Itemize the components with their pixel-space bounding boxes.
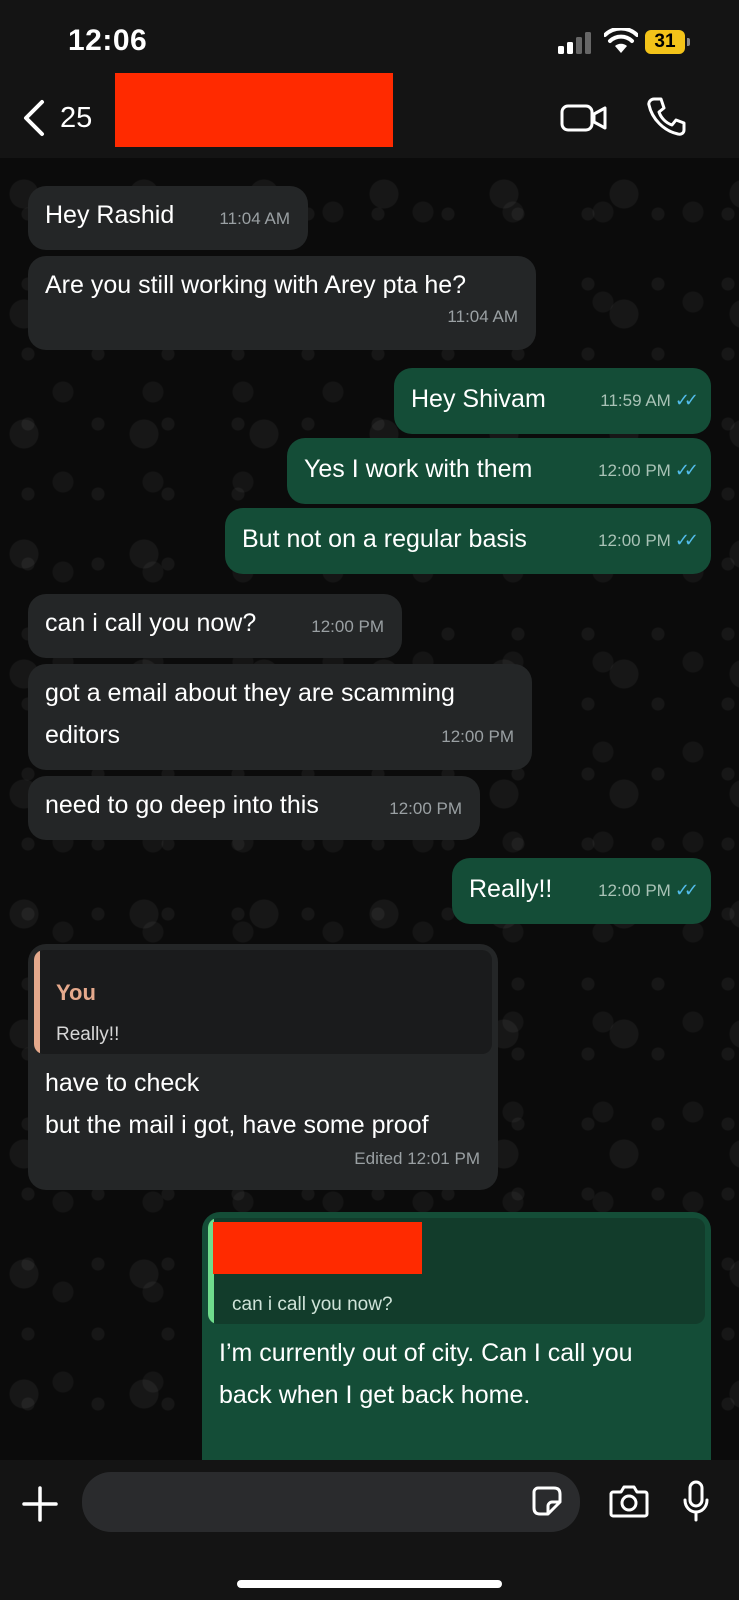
message-incoming[interactable]: Are you still working with Arey pta he? … (28, 256, 536, 350)
message-text: Are you still working with Arey pta he? (45, 271, 467, 299)
message-incoming[interactable]: Hey Rashid 11:04 AM (28, 186, 308, 250)
chat-header: 25 (0, 73, 739, 159)
message-text: Really!! (469, 875, 553, 903)
message-text: Yes I work with them (304, 455, 533, 483)
message-text: But not on a regular basis (242, 525, 527, 553)
message-time: 12:00 PM (389, 799, 462, 818)
read-receipt-icon: ✓✓ (674, 880, 699, 900)
quote-author: You (56, 980, 96, 1005)
message-time: 11:59 AM (600, 391, 671, 410)
message-text: Hey Shivam (411, 385, 546, 413)
unread-count[interactable]: 25 (60, 102, 92, 135)
sticker-icon[interactable] (532, 1486, 562, 1516)
message-incoming-reply[interactable]: You Really!! have to check but the mail … (28, 944, 498, 1190)
video-call-icon[interactable] (560, 98, 608, 138)
message-time: 12:00 PM (598, 881, 671, 900)
message-time: 11:04 AM (447, 307, 518, 326)
message-outgoing[interactable]: Hey Shivam 11:59 AM ✓✓ (394, 368, 711, 434)
message-outgoing[interactable]: But not on a regular basis 12:00 PM ✓✓ (225, 508, 711, 574)
home-indicator[interactable] (237, 1580, 502, 1588)
message-time: 12:00 PM (598, 461, 671, 480)
message-time: 12:00 PM (598, 531, 671, 550)
message-incoming[interactable]: got a email about they are scamming edit… (28, 664, 532, 770)
message-time: Edited 12:01 PM (354, 1149, 480, 1168)
message-time: 11:04 AM (219, 209, 290, 228)
message-text: I’m currently out of city. Can I call yo… (219, 1339, 633, 1409)
message-outgoing-reply[interactable]: can i call you now? I’m currently out of… (202, 1212, 711, 1460)
status-bar: 12:06 31 (0, 0, 739, 80)
quote-bar (34, 950, 40, 1054)
battery-indicator: 31 (645, 30, 691, 54)
composer-bar (0, 1460, 739, 1600)
message-text: can i call you now? (45, 609, 257, 637)
message-time: 12:00 PM (441, 727, 514, 746)
message-text: need to go deep into this (45, 791, 319, 819)
read-receipt-icon: ✓✓ (674, 460, 699, 480)
wifi-icon (604, 28, 638, 53)
quote-text: can i call you now? (232, 1294, 393, 1315)
message-time-status: 11:59 AM ✓✓ (600, 379, 699, 422)
message-time-status: 12:00 PM ✓✓ (598, 449, 699, 492)
status-time: 12:06 (68, 24, 148, 57)
message-text: got a email about they are scamming edit… (45, 679, 455, 749)
redacted-quote-author (213, 1222, 422, 1274)
message-time-status: 12:00 PM ✓✓ (598, 519, 699, 562)
battery-level: 31 (645, 30, 685, 54)
quoted-message[interactable]: You Really!! (34, 950, 492, 1054)
redacted-contact-name[interactable] (115, 73, 393, 147)
camera-icon[interactable] (609, 1484, 649, 1518)
read-receipt-icon: ✓✓ (674, 530, 699, 550)
phone-call-icon[interactable] (646, 96, 686, 138)
read-receipt-icon: ✓✓ (674, 390, 699, 410)
microphone-icon[interactable] (682, 1480, 710, 1522)
message-text: have to check but the mail i got, have s… (45, 1069, 429, 1139)
message-time-status: 12:00 PM ✓✓ (598, 869, 699, 912)
quote-text: Really!! (56, 1024, 120, 1045)
message-outgoing[interactable]: Yes I work with them 12:00 PM ✓✓ (287, 438, 711, 504)
message-incoming[interactable]: need to go deep into this 12:00 PM (28, 776, 480, 840)
quoted-message[interactable]: can i call you now? (208, 1218, 705, 1324)
message-outgoing[interactable]: Really!! 12:00 PM ✓✓ (452, 858, 711, 924)
battery-nub (687, 38, 690, 46)
message-incoming[interactable]: can i call you now? 12:00 PM (28, 594, 402, 658)
plus-icon[interactable] (22, 1486, 58, 1522)
message-time: 12:00 PM (311, 617, 384, 636)
back-chevron-icon[interactable] (20, 98, 46, 138)
cellular-signal-icon (558, 32, 591, 54)
message-text: Hey Rashid (45, 201, 175, 229)
message-input[interactable] (82, 1472, 580, 1532)
chat-area[interactable]: Hey Rashid 11:04 AM Are you still workin… (0, 158, 739, 1460)
